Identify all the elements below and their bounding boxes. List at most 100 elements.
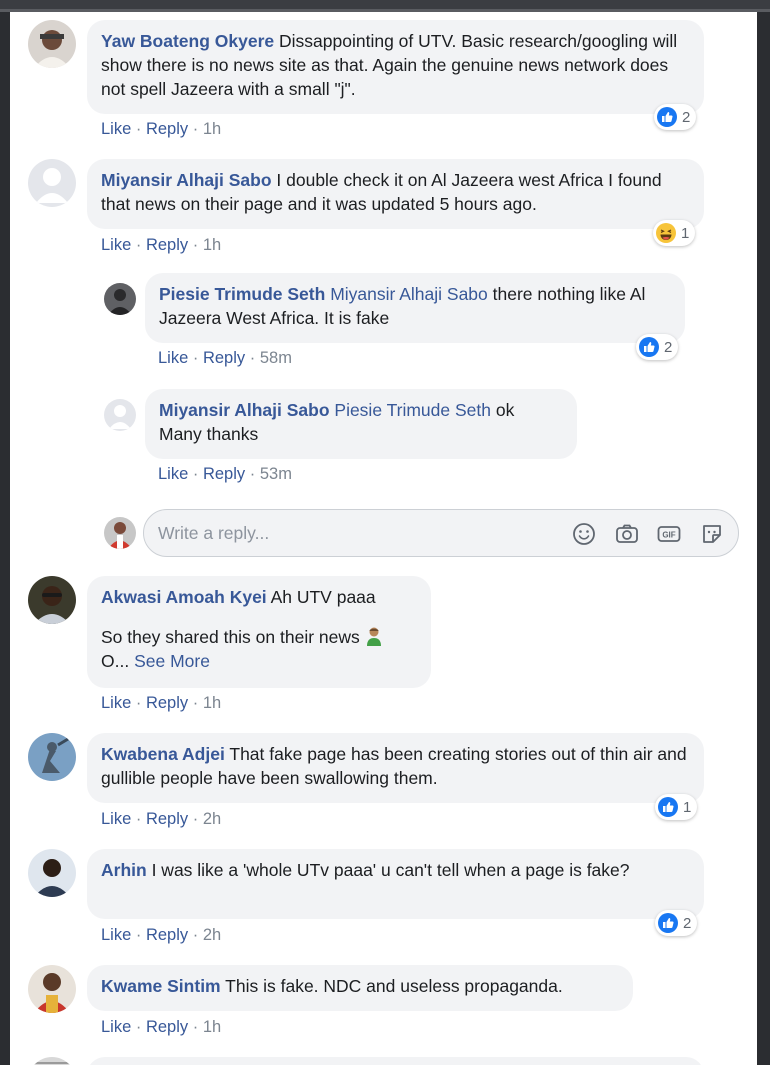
- mention-link[interactable]: Piesie Trimude Seth: [334, 400, 491, 420]
- person-emoji-icon: [365, 626, 383, 646]
- like-icon: [657, 796, 679, 818]
- separator: ·: [192, 120, 199, 138]
- reaction-summary[interactable]: 2: [636, 334, 679, 360]
- reply-text: Many thanks: [159, 424, 259, 444]
- comment-bubble: [87, 1057, 704, 1065]
- reply-text: ok: [495, 400, 515, 420]
- sticker-icon[interactable]: [699, 521, 725, 547]
- see-more-link[interactable]: See More: [134, 651, 210, 671]
- reply-link[interactable]: Reply: [203, 349, 245, 367]
- svg-text:GIF: GIF: [662, 531, 675, 540]
- timestamp[interactable]: 1h: [203, 694, 221, 712]
- reply-link[interactable]: Reply: [146, 1018, 188, 1036]
- timestamp[interactable]: 1h: [203, 236, 221, 254]
- like-link[interactable]: Like: [158, 349, 188, 367]
- reply-actions: Like · Reply · 58m: [158, 349, 292, 368]
- reply-link[interactable]: Reply: [146, 694, 188, 712]
- separator: ·: [192, 349, 199, 367]
- timestamp[interactable]: 1h: [203, 1018, 221, 1036]
- like-link[interactable]: Like: [158, 465, 188, 483]
- like-link[interactable]: Like: [101, 1018, 131, 1036]
- comment-bubble: Akwasi Amoah Kyei Ah UTV paaa So they sh…: [87, 576, 431, 688]
- comment-bubble: Miyansir Alhaji Sabo I double check it o…: [87, 159, 704, 229]
- gif-icon[interactable]: GIF: [656, 521, 682, 547]
- comment-author[interactable]: Akwasi Amoah Kyei: [101, 587, 267, 607]
- separator: ·: [249, 465, 256, 483]
- comment-author[interactable]: Kwabena Adjei: [101, 744, 225, 764]
- reply-link[interactable]: Reply: [146, 236, 188, 254]
- comment-text: O...: [101, 651, 130, 671]
- comment-author[interactable]: Kwame Sintim: [101, 976, 221, 996]
- separator: ·: [135, 810, 142, 828]
- reaction-summary[interactable]: 1: [653, 220, 696, 246]
- separator: ·: [135, 926, 142, 944]
- like-link[interactable]: Like: [101, 236, 131, 254]
- avatar[interactable]: [104, 399, 136, 431]
- avatar[interactable]: [28, 1057, 76, 1065]
- comments-panel: Yaw Boateng Okyere Dissappointing of UTV…: [10, 12, 757, 1065]
- reply-actions: Like · Reply · 53m: [158, 465, 292, 484]
- comment-author[interactable]: Miyansir Alhaji Sabo: [101, 170, 272, 190]
- reply-composer: GIF: [143, 509, 739, 557]
- comment-bubble: Yaw Boateng Okyere Dissappointing of UTV…: [87, 20, 704, 114]
- comment-bubble: Kwabena Adjei That fake page has been cr…: [87, 733, 704, 803]
- window-left-border: [0, 12, 10, 1065]
- comment-actions: Like · Reply · 1h: [101, 120, 221, 139]
- timestamp[interactable]: 2h: [203, 926, 221, 944]
- window-right-border: [757, 12, 770, 1065]
- comment-author[interactable]: Arhin: [101, 860, 147, 880]
- comment-actions: Like · Reply · 1h: [101, 694, 221, 713]
- timestamp[interactable]: 53m: [260, 465, 292, 483]
- like-link[interactable]: Like: [101, 810, 131, 828]
- like-link[interactable]: Like: [101, 120, 131, 138]
- separator: ·: [192, 465, 199, 483]
- separator: ·: [135, 120, 142, 138]
- comment-actions: Like · Reply · 1h: [101, 236, 221, 255]
- timestamp[interactable]: 58m: [260, 349, 292, 367]
- comment-author[interactable]: Yaw Boateng Okyere: [101, 31, 274, 51]
- window-top-border: [0, 0, 770, 12]
- avatar[interactable]: [28, 733, 76, 781]
- avatar[interactable]: [28, 849, 76, 897]
- timestamp[interactable]: 2h: [203, 810, 221, 828]
- reply-link[interactable]: Reply: [146, 810, 188, 828]
- reply-author[interactable]: Piesie Trimude Seth: [159, 284, 325, 304]
- comment-actions: Like · Reply · 2h: [101, 810, 221, 829]
- separator: ·: [192, 694, 199, 712]
- avatar[interactable]: [28, 20, 76, 68]
- reply-author[interactable]: Miyansir Alhaji Sabo: [159, 400, 330, 420]
- reaction-count: 2: [664, 338, 673, 356]
- comment-actions: Like · Reply · 2h: [101, 926, 221, 945]
- like-icon: [656, 106, 678, 128]
- camera-icon[interactable]: [614, 521, 640, 547]
- avatar[interactable]: [104, 283, 136, 315]
- reply-link[interactable]: Reply: [146, 926, 188, 944]
- current-user-avatar[interactable]: [104, 517, 136, 549]
- separator: ·: [135, 1018, 142, 1036]
- like-link[interactable]: Like: [101, 926, 131, 944]
- reaction-summary[interactable]: 2: [655, 910, 698, 936]
- like-link[interactable]: Like: [101, 694, 131, 712]
- emoji-icon[interactable]: [571, 521, 597, 547]
- avatar[interactable]: [28, 576, 76, 624]
- reaction-summary[interactable]: 1: [655, 794, 698, 820]
- reaction-count: 2: [683, 914, 692, 932]
- like-icon: [657, 912, 679, 934]
- separator: ·: [192, 236, 199, 254]
- comment-text: This is fake. NDC and useless propaganda…: [225, 976, 563, 996]
- avatar[interactable]: [28, 159, 76, 207]
- reply-bubble: Miyansir Alhaji Sabo Piesie Trimude Seth…: [145, 389, 577, 459]
- reply-link[interactable]: Reply: [203, 465, 245, 483]
- separator: ·: [135, 236, 142, 254]
- separator: ·: [192, 810, 199, 828]
- reaction-count: 1: [681, 224, 690, 242]
- timestamp[interactable]: 1h: [203, 120, 221, 138]
- haha-icon: [655, 222, 677, 244]
- reply-input[interactable]: [158, 520, 558, 546]
- reaction-summary[interactable]: 2: [654, 104, 697, 130]
- avatar[interactable]: [28, 965, 76, 1013]
- separator: ·: [192, 1018, 199, 1036]
- comment-text: I was like a 'whole UTv paaa' u can't te…: [151, 860, 630, 880]
- reply-link[interactable]: Reply: [146, 120, 188, 138]
- mention-link[interactable]: Miyansir Alhaji Sabo: [330, 284, 488, 304]
